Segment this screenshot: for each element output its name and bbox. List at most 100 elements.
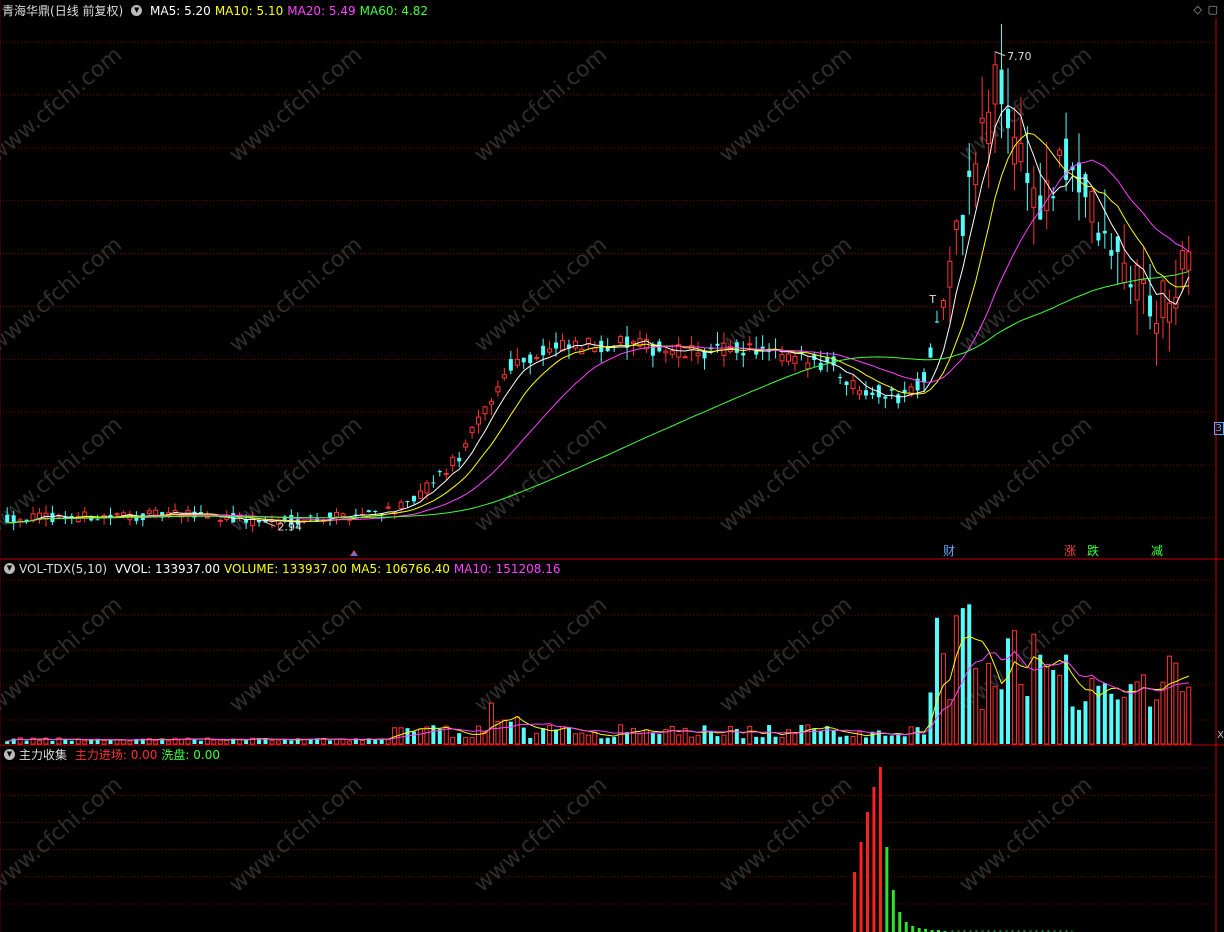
volume-bar (831, 730, 836, 744)
candle-body (863, 390, 868, 396)
main-force-bar (865, 812, 869, 932)
volume-bar (450, 737, 456, 745)
stock-name[interactable]: 青海华鼎 (2, 4, 50, 18)
event-badge-finance[interactable]: 财 (942, 544, 956, 558)
ma20-line (7, 159, 1190, 524)
volume-bar (669, 725, 675, 745)
candle-body (554, 342, 559, 349)
candle-body (947, 260, 953, 288)
dropdown-icon[interactable]: ▼ (131, 5, 143, 16)
restore-icon[interactable]: ▢ (1208, 3, 1218, 16)
volume-bar (967, 604, 972, 744)
volume-bar (501, 719, 507, 745)
volume-bar (127, 740, 133, 745)
candle-body (1018, 142, 1024, 163)
volume-bar (1115, 699, 1120, 744)
candle-body (308, 515, 313, 517)
volume-bar (1148, 706, 1153, 744)
volume-bar (24, 740, 29, 744)
volume-bar (417, 728, 423, 745)
volume-bar (463, 737, 469, 745)
washout-bar (917, 928, 921, 932)
candle-body (437, 471, 442, 473)
ma10-line (7, 132, 1189, 524)
candle-body (514, 358, 520, 366)
event-badge-reduce[interactable]: 减 (1150, 544, 1164, 558)
volume-bar (1051, 670, 1056, 744)
volume-bar (217, 739, 223, 745)
volume-bar (650, 732, 655, 744)
candle-body (928, 347, 933, 358)
watermark-text: www.cfchi.com (715, 42, 857, 167)
volume-bar (896, 734, 901, 744)
candle-body (488, 400, 494, 405)
candle-body (95, 519, 100, 521)
candle-body (373, 511, 378, 513)
stock-chart[interactable]: www.cfchi.com www.cfchi.com www.cfchi.com w… (0, 0, 1224, 932)
volume-bar (934, 617, 939, 744)
volume-bar (114, 739, 120, 745)
volume-bar (224, 739, 230, 745)
candle-body (457, 457, 462, 462)
volume-bar (120, 739, 126, 745)
volume-indicator-name[interactable]: VOL-TDX(5,10) (19, 562, 107, 576)
volume-bar (1141, 674, 1147, 745)
volume-bar (1011, 630, 1017, 745)
dropdown-icon[interactable]: ▼ (4, 563, 15, 574)
candle-body (17, 519, 23, 522)
candle-body (999, 69, 1004, 105)
candle-body (850, 380, 856, 390)
candle-body (50, 512, 55, 523)
volume-bar (940, 653, 946, 745)
volume-value-0: VVOL: 133937.00 (114, 562, 220, 576)
volume-bar (269, 740, 275, 745)
candle-body (521, 357, 526, 363)
low-pointer (265, 521, 276, 527)
candle-body (1173, 296, 1179, 309)
indicator-name[interactable]: 主力收集 (19, 748, 67, 762)
candle-body (1031, 187, 1037, 208)
volume-bar (514, 716, 520, 745)
volume-bar (844, 735, 849, 744)
volume-bar (579, 732, 585, 745)
high-pointer (994, 51, 1006, 57)
candle-body (482, 406, 488, 415)
indicator-panel-header: ▼ 主力收集 主力进场: 0.00 洗盘: 0.00 (2, 746, 228, 764)
volume-bar (547, 725, 553, 745)
candle-body (585, 337, 591, 345)
candle-body (785, 353, 791, 362)
candle-body (1089, 190, 1095, 223)
watermark-text: www.cfchi.com (0, 772, 127, 897)
candle-body (5, 514, 10, 523)
dropdown-icon[interactable]: ▼ (4, 749, 15, 760)
volume-bar (1031, 633, 1037, 745)
watermark-text: www.cfchi.com (0, 592, 127, 717)
candle-body (495, 386, 501, 393)
candle-body (856, 390, 862, 395)
high-price-label: 7.70 (1007, 50, 1032, 63)
volume-bar (566, 727, 571, 744)
volume-bar (398, 727, 404, 745)
ma-label-2: MA20: 5.49 (287, 4, 356, 18)
period-label[interactable]: (日线 前复权) (50, 4, 123, 18)
candle-body (973, 163, 979, 186)
candle-body (405, 501, 410, 503)
volume-bar (308, 739, 313, 744)
diamond-icon[interactable]: ◇ (1194, 3, 1202, 16)
event-badge-rise[interactable]: 涨 (1063, 544, 1077, 558)
volume-bar (289, 740, 294, 744)
volume-bar (767, 725, 772, 744)
volume-bar (915, 727, 920, 744)
watermark-text: www.cfchi.com (0, 232, 127, 357)
candle-body (1102, 230, 1107, 234)
volume-bar (1044, 665, 1050, 745)
candle-body (217, 519, 223, 522)
event-badge-fall[interactable]: 跌 (1086, 544, 1100, 558)
volume-bar (521, 727, 526, 744)
price-axis-marker: 3 (1213, 422, 1224, 435)
volume-bar (1025, 696, 1030, 744)
candle-body (967, 170, 972, 177)
candle-body (618, 335, 624, 344)
volume-value-3: MA10: 151208.16 (453, 562, 561, 576)
volume-bar (572, 733, 578, 745)
